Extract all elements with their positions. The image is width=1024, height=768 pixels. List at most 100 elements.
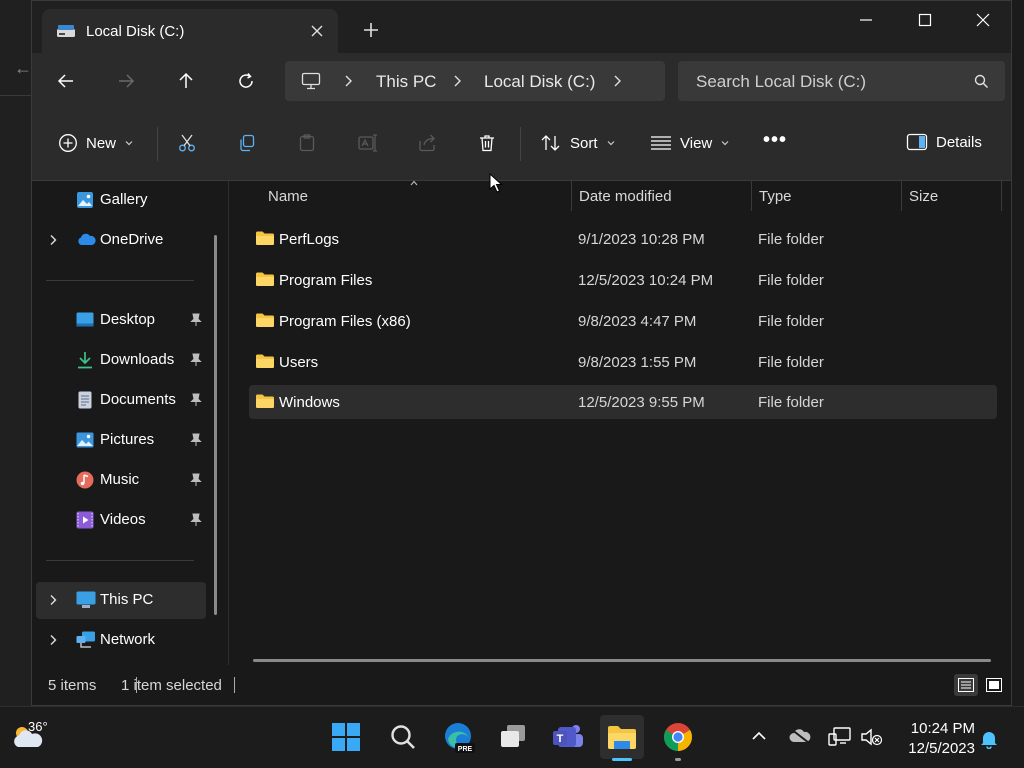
more-options-button[interactable]: •••: [763, 129, 787, 152]
sidebar-item-desktop[interactable]: Desktop: [36, 302, 206, 338]
desktop-icon: [76, 311, 94, 329]
onedrive-icon: [76, 231, 96, 249]
trash-icon: [480, 135, 494, 152]
details-label: Details: [936, 133, 982, 151]
maximize-button[interactable]: [896, 1, 954, 39]
folder-icon: [255, 353, 275, 369]
clock-date: 12/5/2023: [908, 740, 975, 757]
table-row[interactable]: PerfLogs 9/1/2023 10:28 PM File folder: [249, 222, 997, 256]
sidebar-divider: [46, 560, 194, 561]
search-box[interactable]: Search Local Disk (C:): [678, 61, 1005, 101]
tab-close-icon[interactable]: [308, 22, 326, 40]
rename-button[interactable]: [357, 133, 377, 153]
sidebar-item-videos[interactable]: Videos: [36, 502, 206, 538]
delete-button[interactable]: [477, 133, 497, 153]
sidebar-item-documents[interactable]: Documents: [36, 382, 206, 418]
rename-icon: [358, 134, 377, 152]
back-button[interactable]: [52, 67, 80, 95]
cut-button[interactable]: [177, 133, 197, 153]
new-tab-button[interactable]: [362, 21, 380, 39]
pin-icon[interactable]: [190, 433, 202, 447]
sidebar-item-this-pc[interactable]: This PC: [36, 582, 206, 619]
pin-icon[interactable]: [190, 473, 202, 487]
up-button[interactable]: [172, 67, 200, 95]
column-divider[interactable]: [1001, 181, 1002, 211]
sidebar-item-label: This PC: [100, 591, 154, 608]
navigation-pane: Gallery OneDrive Desktop Downloads Docum…: [32, 181, 228, 665]
sidebar-item-gallery[interactable]: Gallery: [36, 182, 206, 218]
taskbar-search-button[interactable]: [381, 715, 425, 759]
copy-button[interactable]: [237, 133, 257, 153]
column-header-type[interactable]: Type: [759, 188, 792, 205]
table-row-selected[interactable]: Windows 12/5/2023 9:55 PM File folder: [249, 385, 997, 419]
view-button[interactable]: View: [650, 133, 730, 153]
new-button[interactable]: New: [58, 133, 134, 153]
file-name: Windows: [279, 394, 340, 411]
start-button[interactable]: [324, 715, 368, 759]
network-tray-icon[interactable]: [828, 727, 852, 747]
column-header-size[interactable]: Size: [909, 188, 938, 205]
breadcrumb-local-disk[interactable]: Local Disk (C:): [484, 72, 595, 92]
status-divider: [234, 677, 235, 693]
teams-app[interactable]: T: [546, 715, 590, 759]
address-bar[interactable]: This PC Local Disk (C:): [285, 61, 665, 101]
sidebar-item-label: Videos: [100, 511, 146, 528]
column-header-date-modified[interactable]: Date modified: [579, 188, 672, 205]
background-window: ←: [0, 0, 32, 706]
table-row[interactable]: Program Files (x86) 9/8/2023 4:47 PM Fil…: [249, 304, 997, 338]
task-view-button[interactable]: [491, 715, 535, 759]
search-placeholder: Search Local Disk (C:): [696, 72, 867, 91]
tab-local-disk[interactable]: Local Disk (C:): [42, 9, 338, 53]
table-row[interactable]: Program Files 12/5/2023 10:24 PM File fo…: [249, 263, 997, 297]
paste-button[interactable]: [297, 133, 317, 153]
breadcrumb-separator-icon: [343, 74, 353, 88]
table-row[interactable]: Users 9/8/2023 1:55 PM File folder: [249, 345, 997, 379]
chevron-right-icon[interactable]: [48, 594, 58, 606]
edge-preview-app[interactable]: PRE: [437, 715, 481, 759]
breadcrumb-expand-icon[interactable]: [612, 74, 622, 88]
sidebar-scrollbar[interactable]: [214, 235, 217, 615]
column-header-name[interactable]: Name: [268, 188, 308, 205]
volume-muted-icon[interactable]: [860, 727, 884, 747]
chevron-right-icon[interactable]: [48, 234, 58, 246]
mouse-cursor-icon: [489, 173, 503, 193]
sidebar-item-label: Gallery: [100, 191, 148, 208]
pin-icon[interactable]: [190, 393, 202, 407]
system-clock[interactable]: 10:24 PM 12/5/2023: [895, 719, 975, 759]
column-divider[interactable]: [571, 181, 572, 211]
teams-icon: T: [553, 725, 583, 747]
tiles-view-button[interactable]: [982, 674, 1006, 696]
column-divider[interactable]: [901, 181, 902, 211]
show-hidden-icons-button[interactable]: [750, 729, 768, 743]
sidebar-item-network[interactable]: Network: [36, 622, 206, 658]
weather-temperature: 36°: [28, 719, 48, 734]
file-explorer-app[interactable]: [600, 715, 644, 761]
breadcrumb-this-pc[interactable]: This PC: [376, 72, 436, 92]
forward-button[interactable]: [112, 67, 140, 95]
details-button[interactable]: Details: [906, 133, 982, 151]
notification-bell-icon[interactable]: [980, 729, 998, 749]
chrome-app[interactable]: [656, 715, 700, 761]
pin-icon[interactable]: [190, 513, 202, 527]
pin-icon[interactable]: [190, 353, 202, 367]
chevron-down-icon: [125, 141, 133, 146]
sidebar-item-onedrive[interactable]: OneDrive: [36, 222, 206, 258]
share-button[interactable]: [417, 133, 437, 153]
chevron-right-icon[interactable]: [48, 634, 58, 646]
details-view-button[interactable]: [954, 674, 978, 696]
close-button[interactable]: [954, 1, 1012, 39]
onedrive-tray-icon[interactable]: [788, 727, 812, 745]
pin-icon[interactable]: [190, 313, 202, 327]
file-type: File folder: [758, 313, 824, 330]
sort-button[interactable]: Sort: [540, 133, 616, 153]
horizontal-scrollbar[interactable]: [253, 659, 991, 662]
column-divider[interactable]: [751, 181, 752, 211]
sidebar-item-music[interactable]: Music: [36, 462, 206, 498]
refresh-button[interactable]: [232, 67, 260, 95]
paste-icon: [299, 134, 315, 152]
minimize-button[interactable]: [837, 1, 895, 39]
sidebar-item-pictures[interactable]: Pictures: [36, 422, 206, 458]
sidebar-item-downloads[interactable]: Downloads: [36, 342, 206, 378]
file-explorer-icon: [608, 726, 636, 749]
file-type: File folder: [758, 231, 824, 248]
